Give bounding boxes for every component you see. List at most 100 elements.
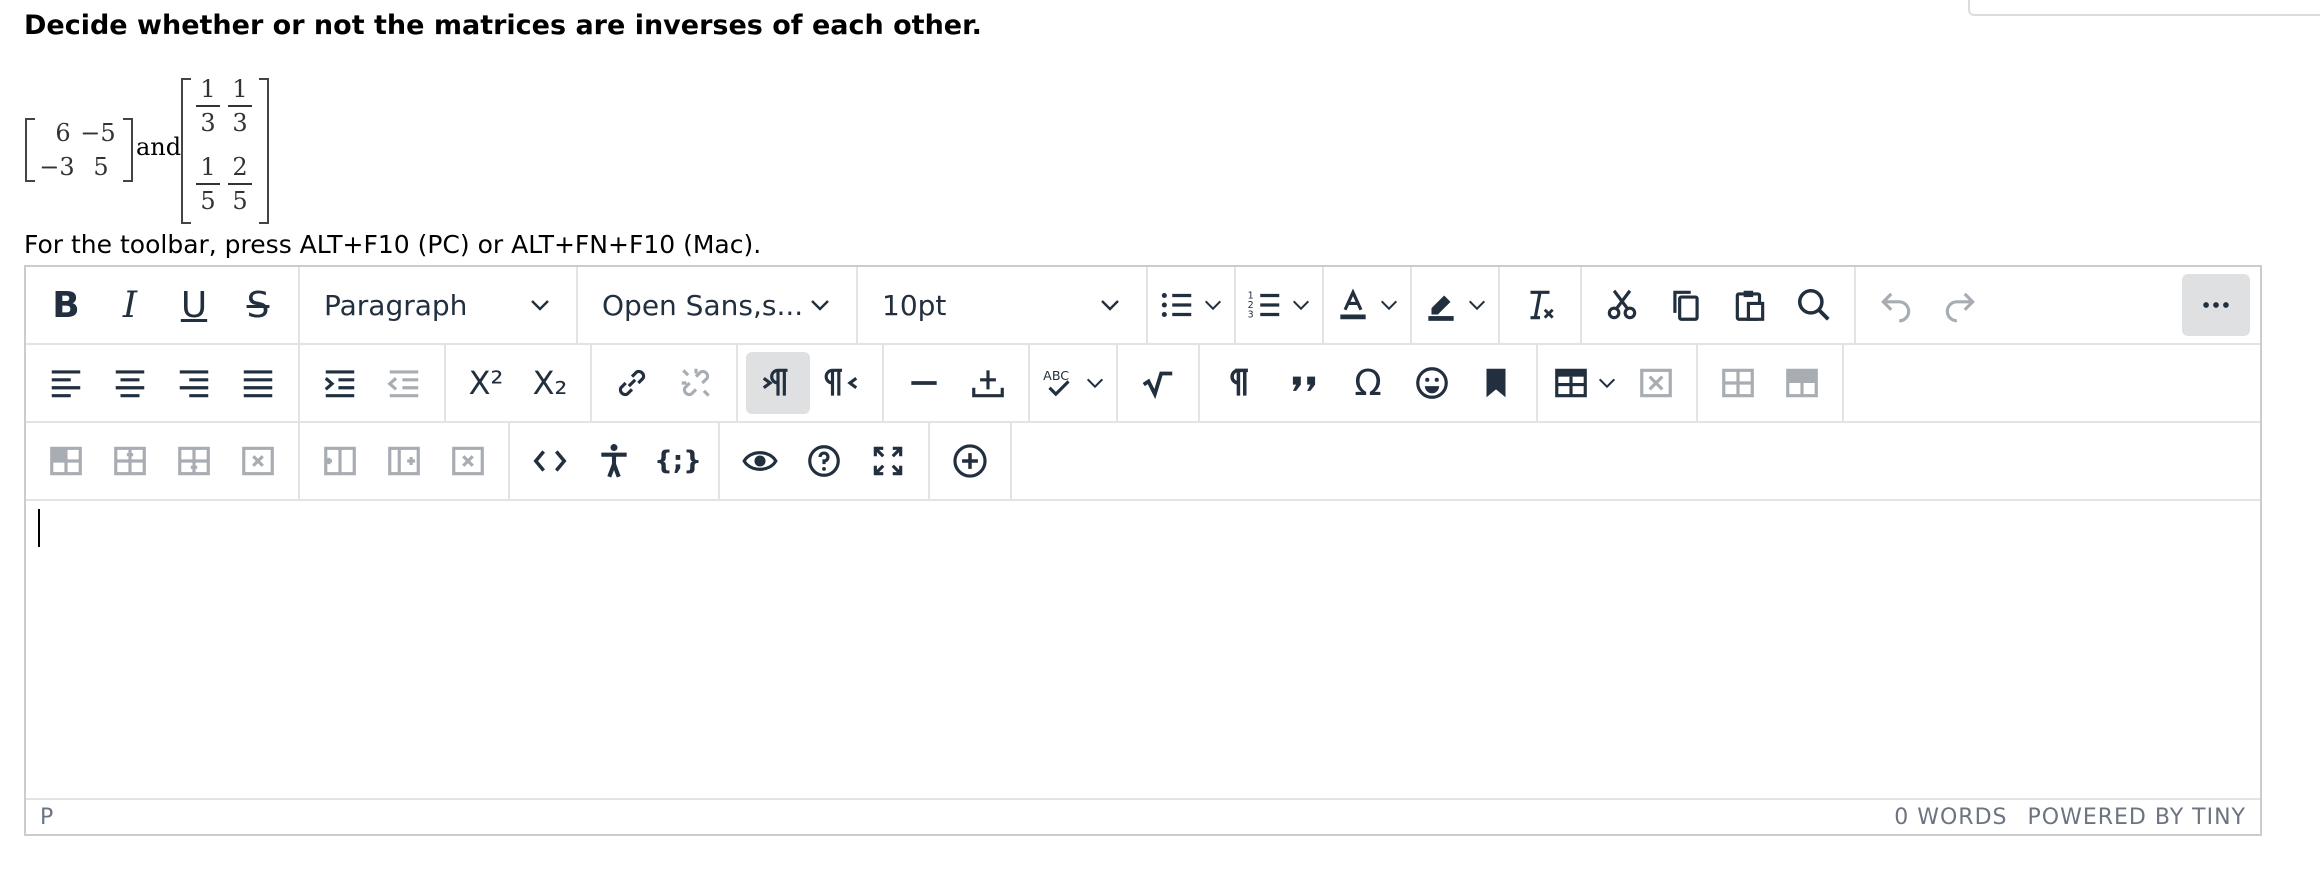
align-right-button[interactable] xyxy=(162,352,226,414)
text-cursor xyxy=(38,509,40,547)
blockquote-button[interactable] xyxy=(1272,352,1336,414)
bookmark-button[interactable] xyxy=(1464,352,1528,414)
numbered-list-icon: 123 xyxy=(1248,291,1280,321)
copy-button[interactable] xyxy=(1654,274,1718,336)
accessibility-button[interactable] xyxy=(582,430,646,492)
history-group xyxy=(1856,267,2000,343)
numbered-list-button[interactable]: 123 xyxy=(1240,274,1318,336)
strikethrough-icon: S xyxy=(246,284,270,326)
table-row-props-icon xyxy=(1722,368,1754,398)
matrix-a-r2c2: 5 xyxy=(93,153,109,181)
block-format-value: Paragraph xyxy=(324,288,468,322)
math-button[interactable] xyxy=(1126,352,1190,414)
paste-button[interactable] xyxy=(1718,274,1782,336)
code-icon xyxy=(533,450,567,472)
bold-button[interactable]: B xyxy=(34,274,98,336)
chevron-down-icon xyxy=(1086,378,1104,389)
font-family-select[interactable]: Open Sans,s... xyxy=(578,267,858,343)
horizontal-line-icon xyxy=(911,381,937,385)
table-button[interactable] xyxy=(1546,352,1624,414)
rtl-button[interactable] xyxy=(810,352,874,414)
strikethrough-button[interactable]: S xyxy=(226,274,290,336)
clear-formatting-icon xyxy=(1530,290,1554,320)
help-button[interactable] xyxy=(792,430,856,492)
search-replace-button[interactable] xyxy=(1782,274,1846,336)
superscript-icon: X² xyxy=(468,364,504,402)
subscript-button[interactable]: X₂ xyxy=(518,352,582,414)
powered-by-link[interactable]: POWERED BY TINY xyxy=(2028,805,2247,830)
fullscreen-button[interactable] xyxy=(856,430,920,492)
delete-col-button[interactable] xyxy=(436,430,500,492)
preview-button[interactable] xyxy=(728,430,792,492)
insert-col-after-icon xyxy=(388,446,420,476)
delete-table-button[interactable] xyxy=(1624,352,1688,414)
block-format-select[interactable]: Paragraph xyxy=(300,267,578,343)
align-left-button[interactable] xyxy=(34,352,98,414)
bullet-list-button[interactable] xyxy=(1152,274,1230,336)
math-group xyxy=(1118,345,1200,421)
highlight-button[interactable] xyxy=(1416,274,1494,336)
underline-button[interactable]: U xyxy=(162,274,226,336)
table-cell-props-button[interactable] xyxy=(1770,352,1834,414)
word-count[interactable]: 0 WORDS xyxy=(1894,805,2007,830)
matrix-b-r2c2: 25 xyxy=(226,153,254,215)
view-group xyxy=(720,423,930,499)
insert-col-after-button[interactable] xyxy=(372,430,436,492)
insert-anchor-button[interactable] xyxy=(956,352,1020,414)
svg-text:ABC: ABC xyxy=(1043,368,1069,383)
template-button[interactable]: {;} xyxy=(646,430,710,492)
alignment-group xyxy=(26,345,300,421)
special-character-button[interactable]: Ω xyxy=(1336,352,1400,414)
add-icon xyxy=(953,444,987,478)
matrix-a-right-bracket xyxy=(123,118,133,182)
spellcheck-button[interactable]: ABC xyxy=(1034,352,1112,414)
bold-icon: B xyxy=(52,284,80,326)
ltr-icon xyxy=(762,368,788,396)
ltr-button[interactable] xyxy=(746,352,810,414)
table-row-props-button[interactable] xyxy=(1706,352,1770,414)
editor-content-area[interactable] xyxy=(26,501,2260,798)
justify-button[interactable] xyxy=(226,352,290,414)
align-center-button[interactable] xyxy=(98,352,162,414)
statusbar-right: 0 WORDS POWERED BY TINY xyxy=(1894,805,2246,830)
matrix-b-r1c1: 13 xyxy=(194,75,222,137)
show-blocks-button[interactable] xyxy=(1208,352,1272,414)
emoji-icon xyxy=(1416,367,1448,399)
source-code-button[interactable] xyxy=(518,430,582,492)
redo-button[interactable] xyxy=(1928,274,1992,336)
insert-col-before-icon xyxy=(324,446,356,476)
indent-button[interactable] xyxy=(308,352,372,414)
chevron-down-icon xyxy=(1292,300,1310,311)
link-button[interactable] xyxy=(600,352,664,414)
omega-icon: Ω xyxy=(1354,362,1382,404)
matrix-a-left-bracket xyxy=(25,118,35,182)
unlink-button[interactable] xyxy=(664,352,728,414)
matrix-b-left-bracket xyxy=(181,78,191,224)
quote-icon xyxy=(1292,376,1316,391)
text-color-button[interactable] xyxy=(1328,274,1406,336)
clear-formatting-button[interactable] xyxy=(1508,274,1572,336)
insert-row-before-button[interactable] xyxy=(98,430,162,492)
font-size-select[interactable]: 10pt xyxy=(858,267,1148,343)
insert-col-before-button[interactable] xyxy=(308,430,372,492)
cut-button[interactable] xyxy=(1590,274,1654,336)
element-path[interactable]: P xyxy=(40,805,53,830)
horizontal-line-button[interactable] xyxy=(892,352,956,414)
superscript-button[interactable]: X² xyxy=(454,352,518,414)
emoji-button[interactable] xyxy=(1400,352,1464,414)
add-content-button[interactable] xyxy=(938,430,1002,492)
table-header-button[interactable] xyxy=(34,430,98,492)
italic-button[interactable]: I xyxy=(98,274,162,336)
delete-row-button[interactable] xyxy=(226,430,290,492)
accessibility-icon xyxy=(601,444,627,478)
insert-row-after-button[interactable] xyxy=(162,430,226,492)
undo-button[interactable] xyxy=(1864,274,1928,336)
delete-row-icon xyxy=(242,446,274,476)
delete-table-icon xyxy=(1640,368,1672,398)
matrix-b-right-bracket xyxy=(259,78,269,224)
chevron-down-icon xyxy=(1101,300,1119,311)
redo-icon xyxy=(1945,292,1975,323)
outdent-button[interactable] xyxy=(372,352,436,414)
more-toolbar-button[interactable] xyxy=(2182,274,2250,336)
svg-text:3: 3 xyxy=(1248,310,1254,321)
